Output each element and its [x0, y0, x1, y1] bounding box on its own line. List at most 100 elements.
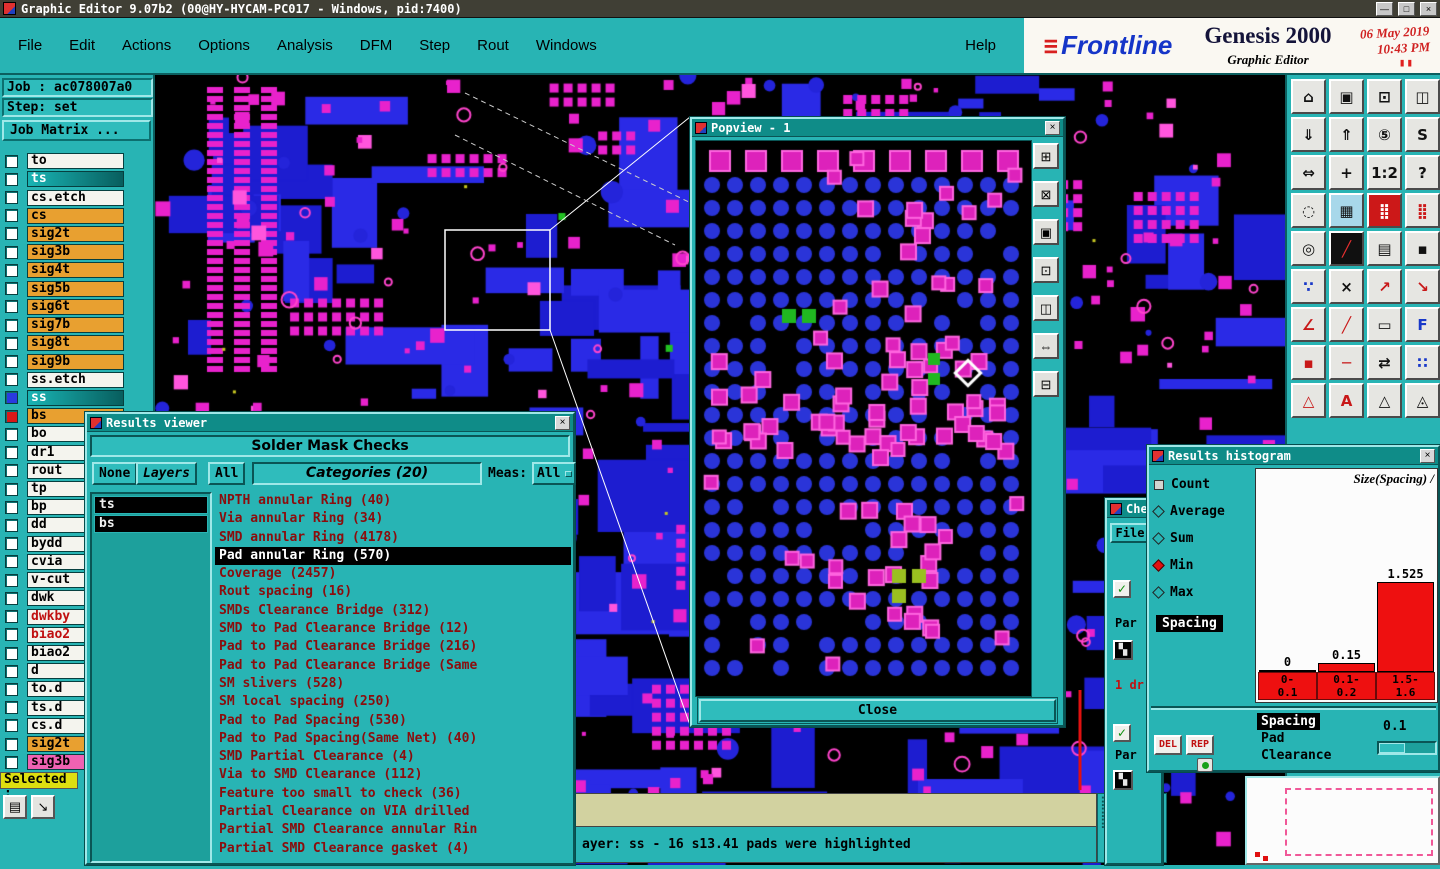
- layer-visibility-checkbox[interactable]: [5, 409, 18, 423]
- check-ok-icon[interactable]: ✓: [1113, 580, 1131, 598]
- layer-visibility-checkbox[interactable]: [5, 628, 18, 642]
- layer-visibility-checkbox[interactable]: [5, 646, 18, 660]
- category-item[interactable]: SMD to Pad Clearance Bridge (12): [215, 620, 571, 638]
- layer-visibility-checkbox[interactable]: [5, 154, 18, 168]
- layer-name[interactable]: sig8t: [27, 335, 124, 352]
- zoom-area-icon[interactable]: ⊡: [1033, 257, 1059, 283]
- lasso-icon[interactable]: ◌: [1291, 193, 1326, 228]
- fit-width-icon[interactable]: ⇔: [1033, 333, 1059, 359]
- maximize-icon[interactable]: □: [1398, 1, 1415, 16]
- triangle-dot-icon[interactable]: ◬: [1405, 383, 1440, 418]
- layer-visibility-checkbox[interactable]: [5, 318, 18, 332]
- menu-item[interactable]: File: [18, 37, 42, 54]
- layer-name[interactable]: sig3b: [27, 244, 124, 261]
- layer-visibility-checkbox[interactable]: [5, 555, 18, 569]
- layer-row[interactable]: sig5b: [0, 280, 155, 298]
- transform-icon[interactable]: ⇄: [1367, 345, 1402, 380]
- five-panel-icon[interactable]: ⑤: [1367, 117, 1402, 152]
- layer-visibility-checkbox[interactable]: [5, 373, 18, 387]
- histogram-titlebar[interactable]: Results histogram ×: [1149, 447, 1438, 465]
- collapse-icon[interactable]: ⊟: [1033, 371, 1059, 397]
- measure-item[interactable]: Pad Clearance: [1257, 730, 1347, 764]
- close-icon[interactable]: ×: [555, 415, 570, 430]
- category-item[interactable]: Partial SMD Clearance gasket (4): [215, 840, 571, 858]
- fit-all-icon[interactable]: ⇔: [1291, 155, 1326, 190]
- layer-row[interactable]: ss.etch: [0, 371, 155, 389]
- vector-up-icon[interactable]: ↗: [1367, 269, 1402, 304]
- file-menu-button[interactable]: File: [1110, 523, 1150, 543]
- layer-name[interactable]: ss: [27, 389, 124, 406]
- close-icon[interactable]: ×: [1420, 448, 1435, 463]
- layer-name[interactable]: sig6t: [27, 298, 124, 315]
- screen-view-icon[interactable]: ▣: [1329, 79, 1364, 114]
- pan-icon[interactable]: +: [1329, 155, 1364, 190]
- filter-none-button[interactable]: None: [92, 462, 138, 485]
- category-item[interactable]: Partial Clearance on VIA drilled: [215, 803, 571, 821]
- menu-item[interactable]: Actions: [122, 37, 171, 54]
- grid-settings-icon[interactable]: ⊞: [1033, 143, 1059, 169]
- grid-icon[interactable]: ▦: [1329, 193, 1364, 228]
- close-icon[interactable]: ×: [1420, 1, 1437, 16]
- layer-name[interactable]: ss.etch: [27, 371, 124, 388]
- layer-name[interactable]: sig2t: [27, 225, 124, 242]
- layer-visibility-checkbox[interactable]: [5, 537, 18, 551]
- display-icon[interactable]: ▣: [1033, 219, 1059, 245]
- home-view-icon[interactable]: ⌂: [1291, 79, 1326, 114]
- category-item[interactable]: Pad to Pad Clearance Bridge (216): [215, 638, 571, 656]
- layer-row[interactable]: sig6t: [0, 298, 155, 316]
- rect-icon[interactable]: ▭: [1367, 307, 1402, 342]
- filter-layers-button[interactable]: Layers: [136, 462, 197, 485]
- pause-indicator-icon[interactable]: ▮▮: [1399, 56, 1414, 69]
- layer-row[interactable]: ts: [0, 170, 155, 188]
- segment-icon[interactable]: ─: [1329, 345, 1364, 380]
- delete-icon[interactable]: ×: [1329, 269, 1364, 304]
- origin-icon[interactable]: ◎: [1291, 231, 1326, 266]
- check-ok-icon[interactable]: ✓: [1113, 724, 1131, 742]
- job-matrix-button[interactable]: Job Matrix ...: [2, 120, 151, 141]
- layer-name[interactable]: sig4t: [27, 262, 124, 279]
- popview-titlebar[interactable]: Popview - 1 ×: [692, 119, 1063, 137]
- flip-icon[interactable]: F: [1405, 307, 1440, 342]
- category-item[interactable]: SM local spacing (250): [215, 693, 571, 711]
- stat-option[interactable]: Min: [1152, 552, 1254, 579]
- net-points-icon[interactable]: ∵: [1291, 269, 1326, 304]
- import-view-icon[interactable]: ⇓: [1291, 117, 1326, 152]
- arc-icon[interactable]: ╱: [1329, 231, 1364, 266]
- filter-all-button[interactable]: All: [208, 462, 246, 485]
- layer-visibility-checkbox[interactable]: [5, 682, 18, 696]
- pattern-icon[interactable]: ⣿: [1405, 193, 1440, 228]
- layer-visibility-checkbox[interactable]: [5, 336, 18, 350]
- layer-visibility-checkbox[interactable]: [5, 701, 18, 715]
- layer-visibility-checkbox[interactable]: [5, 573, 18, 587]
- layer-name[interactable]: sig7b: [27, 317, 124, 334]
- dot-icon[interactable]: ▪: [1405, 231, 1440, 266]
- results-layer-item[interactable]: ts: [94, 496, 208, 514]
- meas-dropdown[interactable]: All: [532, 462, 576, 485]
- stat-option[interactable]: Average: [1152, 498, 1254, 525]
- layer-visibility-checkbox[interactable]: [5, 482, 18, 496]
- category-item[interactable]: Pad annular Ring (570): [215, 546, 571, 566]
- layer-visibility-checkbox[interactable]: [5, 664, 18, 678]
- angle-icon[interactable]: ∠: [1291, 307, 1326, 342]
- menu-item[interactable]: Options: [198, 37, 250, 54]
- category-item[interactable]: Coverage (2457): [215, 565, 571, 583]
- layer-visibility-checkbox[interactable]: [5, 518, 18, 532]
- layer-visibility-checkbox[interactable]: [5, 591, 18, 605]
- layer-name[interactable]: cs: [27, 207, 124, 224]
- results-viewer-titlebar[interactable]: Results viewer ×: [87, 414, 573, 432]
- split-view-icon[interactable]: ◫: [1405, 79, 1440, 114]
- layer-row[interactable]: sig4t: [0, 261, 155, 279]
- layer-row[interactable]: cs: [0, 207, 155, 225]
- menu-item[interactable]: Windows: [536, 37, 597, 54]
- indicator-dot-icon[interactable]: [1197, 758, 1213, 772]
- layer-visibility-checkbox[interactable]: [5, 755, 18, 769]
- layer-visibility-checkbox[interactable]: [5, 191, 18, 205]
- category-item[interactable]: SM slivers (528): [215, 675, 571, 693]
- parameter-tag[interactable]: Spacing: [1156, 615, 1223, 632]
- triangle-icon[interactable]: △: [1291, 383, 1326, 418]
- pick-arrow-icon[interactable]: ↘: [31, 795, 55, 819]
- layer-name[interactable]: to: [27, 153, 124, 170]
- category-item[interactable]: Partial SMD Clearance annular Rin: [215, 821, 571, 839]
- menu-item[interactable]: Step: [419, 37, 450, 54]
- close-icon[interactable]: ×: [1045, 120, 1060, 135]
